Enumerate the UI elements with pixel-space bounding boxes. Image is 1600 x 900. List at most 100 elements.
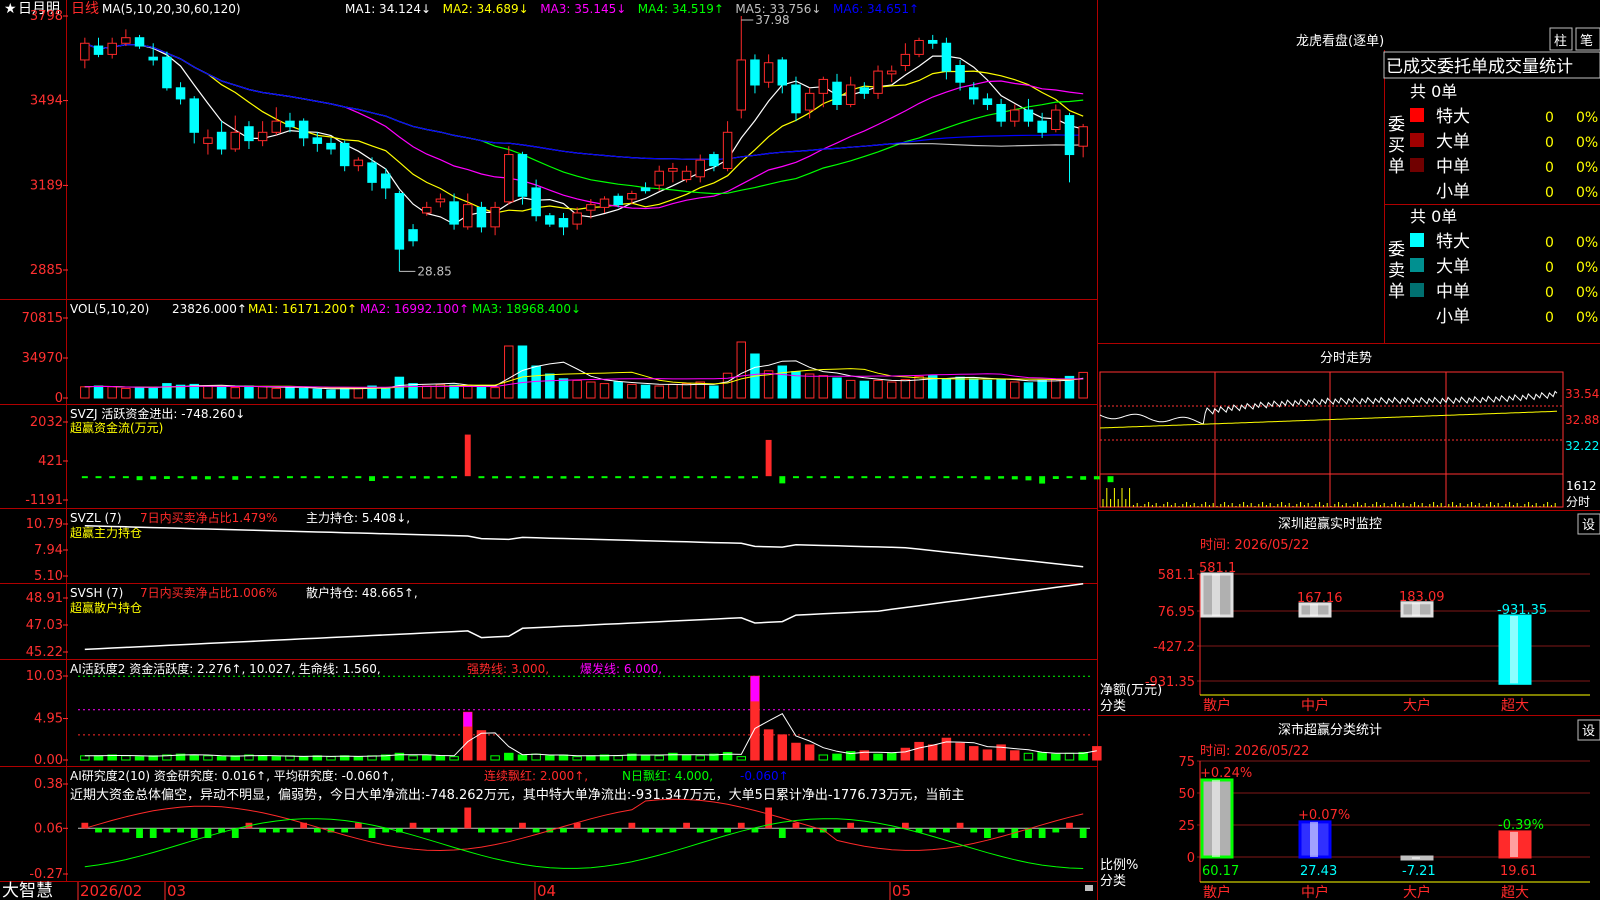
category-swatch [1410, 108, 1424, 122]
bar-value-label: 19.61 [1500, 864, 1537, 879]
svzj-bar [136, 476, 143, 481]
candle-body [558, 218, 569, 228]
candle-body [435, 198, 446, 203]
candle-body [763, 62, 774, 83]
bar-category-label: 散户 [1203, 884, 1231, 900]
svzj-bar [601, 476, 608, 479]
ai-active-bar [421, 754, 432, 761]
volume-panel[interactable]: VOL(5,10,20) 23826.000↑ MA1: 16171.200↑ MA… [22, 302, 1088, 406]
svzj-bar [355, 476, 362, 479]
ai-research-bar [874, 828, 882, 833]
svzj-bar [328, 476, 334, 479]
ai-active-bar [640, 754, 651, 761]
row-count: 0 [1545, 310, 1554, 326]
ai-active-panel[interactable]: AI活跃度2 资金活跃度: 2.276↑, 10.027, 生命线: 1.560… [26, 661, 1102, 768]
candle-body [121, 37, 131, 44]
red-streak-label: 连续飘红: 2.000↑, [484, 768, 588, 783]
svzj-bar [533, 476, 540, 479]
ai-research-plot[interactable] [78, 798, 1090, 869]
ai-research-bar [778, 828, 786, 838]
ai-research-bar [190, 828, 198, 838]
svsh-ratio: 7日内买卖净占比1.006% [140, 585, 277, 600]
ai-research-bar [888, 828, 896, 833]
y-tick-label: 4.95 [34, 712, 63, 727]
ai-research-bar [737, 822, 745, 829]
candle-body [531, 187, 541, 217]
svsh-y-axis: 48.91 47.03 45.22 [26, 591, 68, 660]
ai-active-bar [886, 752, 897, 761]
bar-mode-label[interactable]: 柱 [1554, 34, 1567, 49]
ai-active-bar [449, 756, 459, 761]
lock-icon[interactable] [1085, 885, 1093, 891]
ma-line [84, 42, 1084, 210]
candle-body [668, 167, 678, 172]
ai-active-legend: AI活跃度2 资金活跃度: 2.276↑, 10.027, 生命线: 1.560… [70, 661, 381, 676]
svzj-bar [587, 476, 594, 479]
svzj-bar [929, 476, 936, 479]
row-label: 中单 [1436, 157, 1470, 177]
volume-bar [80, 386, 90, 399]
intraday-panel[interactable]: 分时走势 33.54 32.88 32.22 1612 分时 [1099, 350, 1599, 509]
svzj-panel[interactable]: SVZJ 活跃资金进出: -748.260↓ 超赢资金流(万元) 2032 421… [25, 406, 1114, 508]
candlestick-plot[interactable] [80, 16, 1088, 272]
volume-bar [736, 341, 747, 399]
candle-body [517, 154, 528, 197]
y-tick-label: 2032 [30, 415, 63, 430]
volume-bar [271, 387, 282, 399]
volume-bar [845, 379, 856, 399]
ai-research-bar [272, 828, 280, 833]
ai-active-bar [982, 749, 993, 761]
candle-body [859, 87, 870, 94]
bar-value-label: 60.17 [1202, 864, 1239, 879]
svsh-subtitle: 超赢散户持仓 [70, 600, 142, 615]
svzj-plot[interactable] [81, 434, 1114, 484]
ai-strong-line-label: 强势线: 3.000, [467, 662, 549, 676]
intraday-avg-line [1099, 410, 1557, 429]
ai-active-bar [189, 754, 199, 761]
candle-body [1064, 115, 1075, 156]
volume-bar [859, 380, 870, 399]
lhb-title: 龙虎看盘(逐单) [1296, 33, 1384, 49]
svzl-panel[interactable]: SVZL (7) 7日内买卖净占比1.479% 主力持仓: 5.408↓, 超赢… [26, 510, 1084, 584]
lhb-panel[interactable]: 龙虎看盘(逐单) 柱 笔 已成交委托单成交量统计 共 0单 共 0单 委买单 委… [1296, 27, 1600, 327]
ai-active-bar [216, 756, 227, 761]
candle-body [572, 212, 582, 225]
candle-body [175, 87, 186, 100]
ai-active-bar [586, 755, 596, 761]
sz-monitor-panel[interactable]: 深圳超赢实时监控 设 时间: 2026/05/22 581.1 76.95 -427… [1100, 513, 1600, 714]
candle-body [148, 56, 158, 61]
volume-plot[interactable] [80, 341, 1088, 399]
ai-active-bar [763, 729, 774, 761]
svzj-bar [287, 476, 293, 479]
sz-class-settings-label[interactable]: 设 [1582, 724, 1595, 739]
ai-active-bar [257, 755, 268, 761]
main-price-panel[interactable]: ★ 日月明 日线 MA(5,10,20,30,60,120) MA1: 34.1… [4, 1, 1088, 278]
candle-body [914, 39, 924, 55]
pen-mode-label[interactable]: 笔 [1580, 33, 1593, 49]
period-label[interactable]: 日线 [71, 1, 99, 17]
volume-bar [408, 383, 418, 399]
vol-legend-item: MA3: 18968.400↓ [472, 302, 581, 316]
sz-class-title: 深市超赢分类统计 [1278, 722, 1382, 738]
ai-research-bar [997, 828, 1005, 833]
volume-bar [449, 384, 459, 399]
ai-active-bar [818, 754, 829, 761]
svzj-bar [1025, 476, 1032, 481]
svsh-panel[interactable]: SVSH (7) 7日内买卖净占比1.006% 散户持仓: 48.665↑, 超… [26, 582, 1084, 660]
candle-body [189, 98, 199, 133]
ai-research-bar [1079, 828, 1087, 838]
volume-bar [504, 345, 514, 399]
volume-bar [681, 383, 692, 399]
vol-y-axis: 70815 34970 0 [22, 311, 68, 406]
ai-research-panel[interactable]: AI研究度2(10) 资金研究度: 0.016↑, 平均研究度: -0.060↑… [29, 768, 1090, 882]
ai-active-plot[interactable] [78, 675, 1102, 761]
volume-bar [832, 377, 842, 399]
ai-research-bar [929, 828, 937, 833]
ai-research-bar [901, 822, 909, 829]
ai-active-bar [654, 755, 664, 761]
ai-active-bar [804, 744, 815, 761]
volume-bar [216, 386, 227, 399]
chart-canvas[interactable]: ★ 日月明 日线 MA(5,10,20,30,60,120) MA1: 34.1… [0, 0, 1600, 900]
sz-class-panel[interactable]: 深市超赢分类统计 设 时间: 2026/05/22 75 50 25 0 散户 60.1… [1100, 719, 1600, 900]
sz-monitor-settings-label[interactable]: 设 [1582, 518, 1595, 533]
